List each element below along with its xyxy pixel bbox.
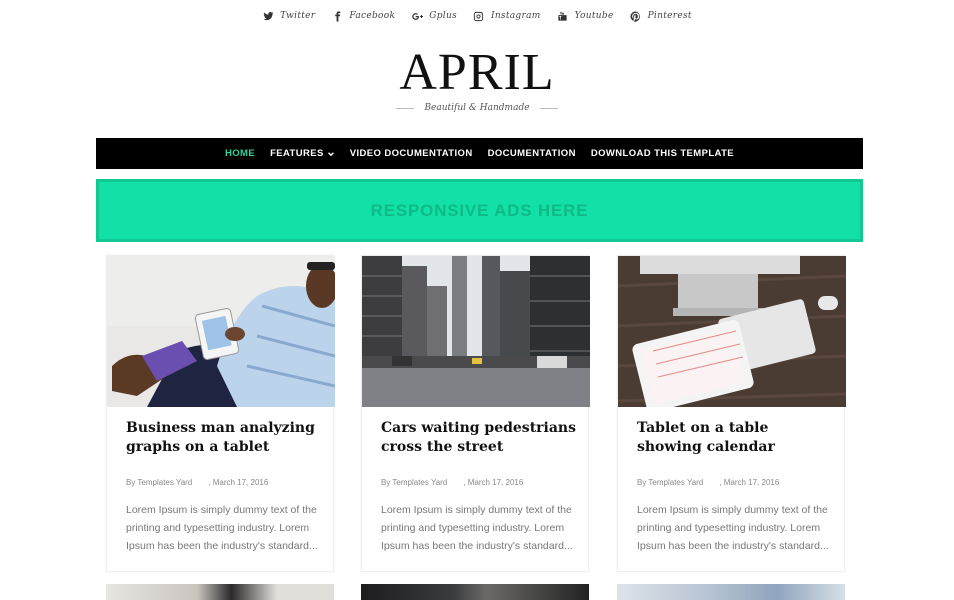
social-link-youtube[interactable]: Youtube [557,10,614,22]
post-image-city-street [362,256,590,407]
youtube-icon [557,10,569,22]
post-card: Business man analyzing graphs on a table… [106,255,335,572]
nav-item-download-template[interactable]: DOWNLOAD THIS TEMPLATE [591,148,734,159]
facebook-icon [331,10,343,22]
ads-banner[interactable]: RESPONSIVE ADS HERE [96,179,863,242]
nav-label: HOME [224,148,256,159]
post-date: , March 17, 2016 [719,478,780,487]
post-thumbnail[interactable] [362,256,590,407]
post-card: Cars waiting pedestrians cross the stree… [361,255,590,572]
social-label: Instagram [490,11,541,21]
nav-item-home[interactable]: HOME [225,148,255,159]
post-image-businessman [107,256,335,407]
social-label: Gplus [429,11,457,21]
post-thumbnail-partial[interactable] [361,584,589,600]
social-bar: Twitter Facebook Gplus Instagram Youtube… [0,0,954,32]
post-title[interactable]: Tablet on a table showing calendar [637,419,833,457]
nav-label: FEATURES [270,148,324,159]
gplus-icon [411,10,423,22]
post-excerpt: Lorem Ipsum is simply dummy text of the … [381,504,573,552]
post-image-tablet-calendar [618,256,846,407]
twitter-icon [262,10,274,22]
social-label: Pinterest [647,11,692,21]
social-label: Youtube [574,11,614,21]
social-label: Twitter [280,11,316,21]
site-logo[interactable]: APRIL [0,44,954,102]
divider [539,107,558,109]
post-excerpt: Lorem Ipsum is simply dummy text of the … [126,504,318,552]
post-date: , March 17, 2016 [463,478,524,487]
post-meta: By Templates Yard , March 17, 2016 [381,478,523,487]
site-tagline: Beautiful & Handmade [424,103,530,113]
post-thumbnail-partial[interactable] [106,584,334,600]
social-link-pinterest[interactable]: Pinterest [630,10,692,22]
post-author[interactable]: By Templates Yard [637,478,703,487]
post-date: , March 17, 2016 [208,478,269,487]
post-author[interactable]: By Templates Yard [381,478,447,487]
divider [396,107,415,109]
social-link-facebook[interactable]: Facebook [331,10,395,22]
tagline-row: Beautiful & Handmade [0,103,954,113]
chevron-down-icon [327,150,335,158]
nav-item-video-documentation[interactable]: VIDEO DOCUMENTATION [350,148,473,159]
ads-label: RESPONSIVE ADS HERE [370,200,589,220]
nav-label: DOCUMENTATION [487,148,576,159]
post-meta: By Templates Yard , March 17, 2016 [637,478,779,487]
post-meta: By Templates Yard , March 17, 2016 [126,478,268,487]
post-title[interactable]: Business man analyzing graphs on a table… [126,419,322,457]
post-title[interactable]: Cars waiting pedestrians cross the stree… [381,419,577,457]
nav-label: DOWNLOAD THIS TEMPLATE [590,148,735,159]
nav-item-documentation[interactable]: DOCUMENTATION [488,148,576,159]
post-card: Tablet on a table showing calendar By Te… [617,255,846,572]
social-link-gplus[interactable]: Gplus [411,10,457,22]
social-link-twitter[interactable]: Twitter [262,10,315,22]
post-author[interactable]: By Templates Yard [126,478,192,487]
nav-item-features[interactable]: FEATURES [270,148,335,159]
social-label: Facebook [349,11,396,21]
social-link-instagram[interactable]: Instagram [473,10,541,22]
nav-label: VIDEO DOCUMENTATION [349,148,473,159]
pinterest-icon [630,10,642,22]
instagram-icon [473,10,485,22]
post-excerpt: Lorem Ipsum is simply dummy text of the … [637,504,829,552]
post-thumbnail-partial[interactable] [617,584,845,600]
post-thumbnail[interactable] [107,256,335,407]
main-nav: HOME FEATURES VIDEO DOCUMENTATION DOCUME… [96,138,863,169]
post-thumbnail[interactable] [618,256,846,407]
